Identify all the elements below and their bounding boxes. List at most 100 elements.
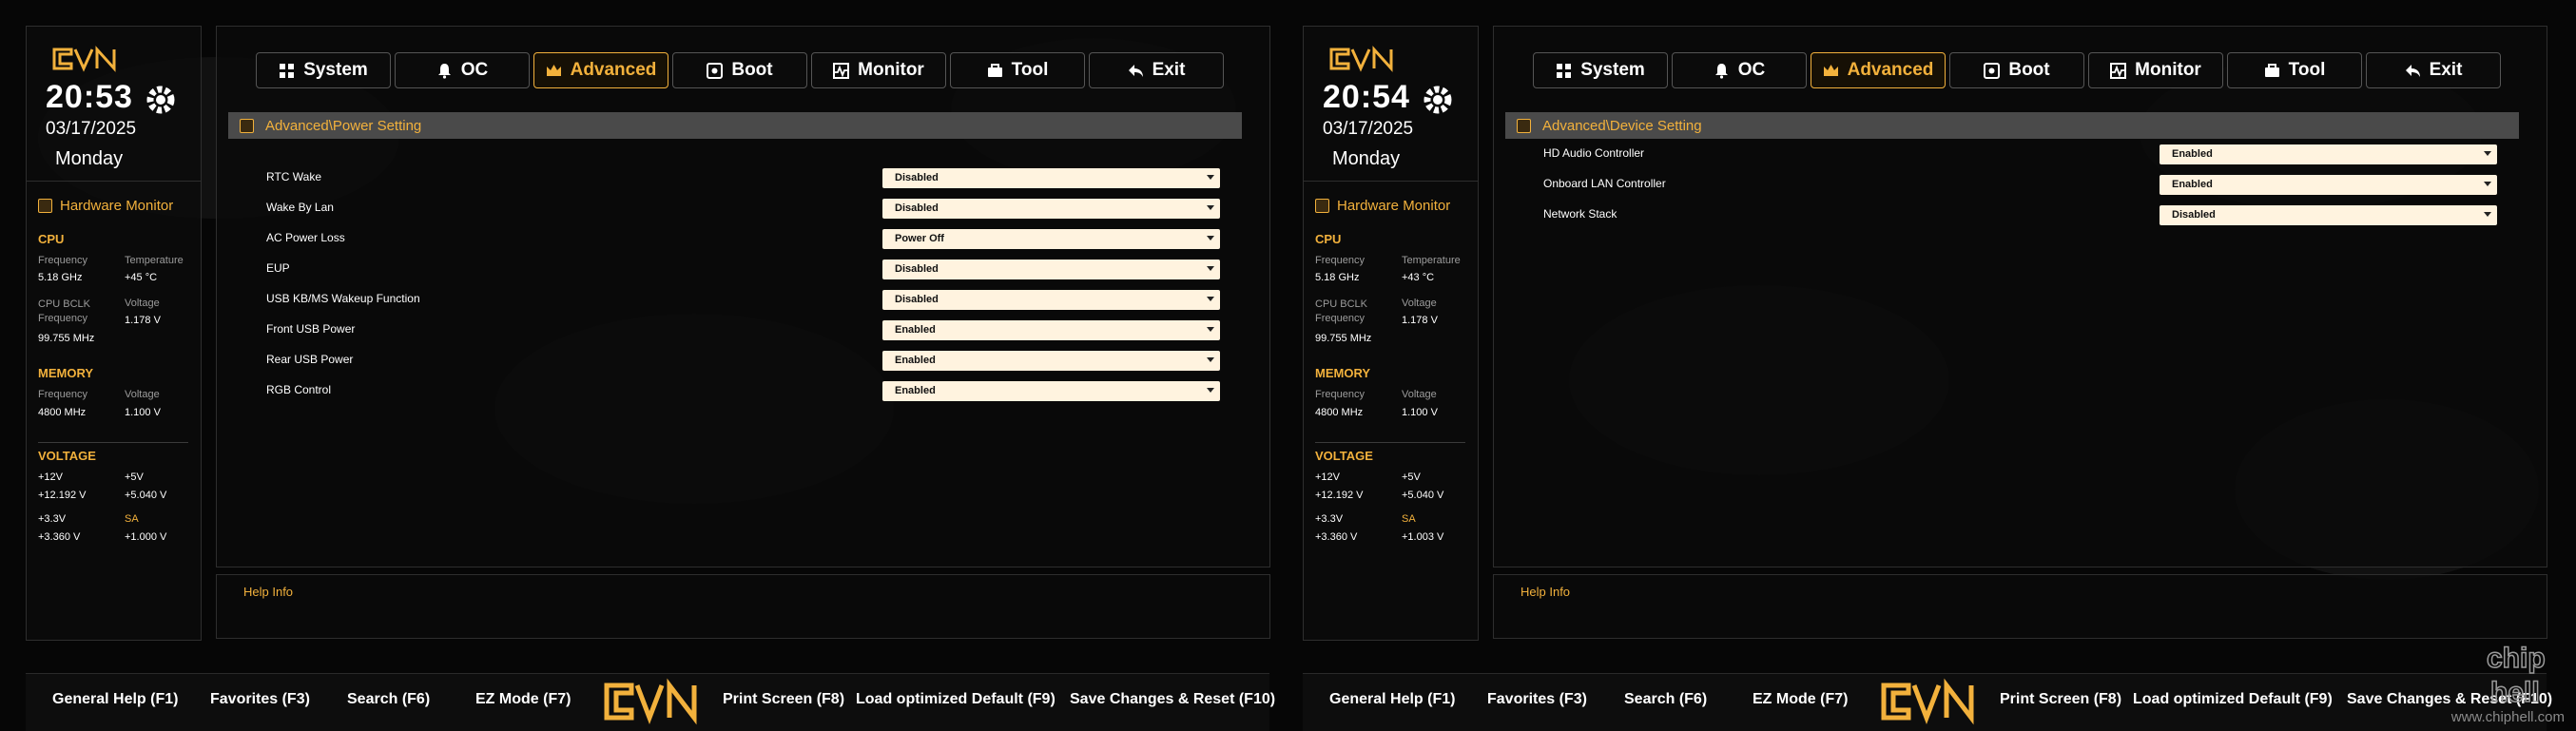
dropdown-onboard-lan[interactable]: Enabled [2160, 175, 2497, 195]
divider [1304, 181, 1478, 182]
tab-advanced[interactable]: Advanced [533, 52, 668, 88]
memory-label: MEMORY [1315, 366, 1371, 380]
memory-label: MEMORY [38, 366, 94, 380]
memory-frequency-value: 4800 MHz [38, 407, 87, 418]
search-button[interactable]: Search (F6) [1624, 691, 1707, 708]
setting-label-hd-audio: HD Audio Controller [1543, 146, 1645, 160]
cpu-frequency-value: 5.18 GHz [1315, 272, 1360, 283]
tab-system[interactable]: System [1533, 52, 1668, 88]
dropdown-arrow-icon [1207, 266, 1214, 271]
pulse-icon [833, 62, 850, 79]
dropdown-network-stack[interactable]: Disabled [2160, 205, 2497, 225]
bios-screen-right: 20:54 03/17/2025 Monday Hardware Monitor… [1277, 0, 2554, 731]
bios-screen-left: 20:53 03/17/2025 Monday Hardware Monitor… [0, 0, 1277, 731]
cpu-voltage-label: Voltage [1402, 298, 1437, 309]
dropdown-arrow-icon [1207, 297, 1214, 301]
setting-label-network-stack: Network Stack [1543, 207, 1617, 221]
back-arrow-icon [1128, 64, 1143, 77]
cpu-voltage-value: 1.178 V [1402, 315, 1438, 326]
setting-label-rear-usb-power: Rear USB Power [266, 353, 354, 366]
tab-tool[interactable]: Tool [950, 52, 1085, 88]
tab-monitor[interactable]: Monitor [2088, 52, 2223, 88]
ez-mode-button[interactable]: EZ Mode (F7) [475, 691, 571, 708]
voltage-label: VOLTAGE [1315, 449, 1373, 463]
dropdown-arrow-icon [2484, 151, 2491, 156]
dropdown-rear-usb-power[interactable]: Enabled [882, 351, 1220, 371]
load-default-button[interactable]: Load optimized Default (F9) [856, 691, 1056, 708]
favorites-button[interactable]: Favorites (F3) [1487, 691, 1587, 708]
cpu-temperature-value: +45 °C [125, 272, 158, 283]
print-screen-button[interactable]: Print Screen (F8) [2000, 691, 2121, 708]
dropdown-front-usb-power[interactable]: Enabled [882, 320, 1220, 340]
v33-value: +3.360 V [1315, 531, 1358, 543]
sa-value: +1.003 V [1402, 531, 1444, 543]
tab-boot[interactable]: Boot [672, 52, 807, 88]
dropdown-arrow-icon [2484, 212, 2491, 217]
cpu-label: CPU [1315, 232, 1342, 246]
gear-icon[interactable] [141, 80, 181, 120]
footer-bar: General Help (F1) Favorites (F3) Search … [1303, 673, 2552, 731]
search-button[interactable]: Search (F6) [347, 691, 430, 708]
dropdown-wake-by-lan[interactable]: Disabled [882, 199, 1220, 219]
cpu-temperature-label: Temperature [1402, 255, 1461, 266]
cpu-temperature-label: Temperature [125, 255, 184, 266]
cvn-logo [52, 46, 116, 72]
general-help-button[interactable]: General Help (F1) [52, 691, 178, 708]
divider [38, 442, 188, 443]
tab-exit[interactable]: Exit [1089, 52, 1224, 88]
setting-label-usb-wakeup: USB KB/MS Wakeup Function [266, 292, 420, 305]
tab-oc[interactable]: OC [1672, 52, 1807, 88]
dropdown-arrow-icon [1207, 205, 1214, 210]
bell-icon [437, 63, 451, 79]
setting-label-front-usb-power: Front USB Power [266, 322, 356, 336]
crown-icon [1823, 64, 1838, 76]
dropdown-usb-wakeup[interactable]: Disabled [882, 290, 1220, 310]
date: 03/17/2025 [1323, 119, 1414, 139]
tab-system[interactable]: System [256, 52, 391, 88]
v12-value: +12.192 V [38, 490, 87, 501]
sa-label: SA [1402, 513, 1416, 525]
svg-text:chip: chip [2487, 643, 2546, 674]
dropdown-arrow-icon [1207, 327, 1214, 332]
memory-frequency-label: Frequency [38, 389, 87, 400]
print-screen-button[interactable]: Print Screen (F8) [723, 691, 844, 708]
section-header: Advanced\Power Setting [228, 112, 1242, 139]
clock-time: 20:54 [1323, 79, 1410, 115]
cvn-logo [604, 678, 697, 725]
favorites-button[interactable]: Favorites (F3) [210, 691, 310, 708]
monitor-icon [38, 199, 52, 213]
sa-label: SA [125, 513, 139, 525]
svg-text:hell: hell [2490, 677, 2540, 708]
help-info-panel: Help Info [1493, 574, 2547, 639]
divider [27, 181, 201, 182]
help-info-title: Help Info [243, 585, 294, 599]
gear-icon[interactable] [1418, 80, 1458, 120]
cpu-voltage-label: Voltage [125, 298, 160, 309]
cvn-logo [1881, 678, 1974, 725]
save-reset-button[interactable]: Save Changes & Reset (F10) [1070, 691, 1275, 708]
pulse-icon [2110, 62, 2127, 79]
tab-boot[interactable]: Boot [1949, 52, 2084, 88]
tab-advanced[interactable]: Advanced [1811, 52, 1946, 88]
tab-monitor[interactable]: Monitor [811, 52, 946, 88]
load-default-button[interactable]: Load optimized Default (F9) [2133, 691, 2333, 708]
dropdown-hd-audio[interactable]: Enabled [2160, 144, 2497, 164]
section-header: Advanced\Device Setting [1505, 112, 2519, 139]
weekday: Monday [55, 148, 124, 169]
tab-tool[interactable]: Tool [2227, 52, 2362, 88]
dropdown-eup[interactable]: Disabled [882, 260, 1220, 279]
help-info-panel: Help Info [216, 574, 1270, 639]
sa-value: +1.000 V [125, 531, 167, 543]
dropdown-rgb-control[interactable]: Enabled [882, 381, 1220, 401]
general-help-button[interactable]: General Help (F1) [1329, 691, 1455, 708]
ez-mode-button[interactable]: EZ Mode (F7) [1753, 691, 1848, 708]
toolbox-icon [2264, 63, 2279, 77]
memory-voltage-value: 1.100 V [1402, 407, 1438, 418]
dropdown-rtc-wake[interactable]: Disabled [882, 168, 1220, 188]
tab-exit[interactable]: Exit [2366, 52, 2501, 88]
cpu-voltage-value: 1.178 V [125, 315, 161, 326]
dropdown-ac-power-loss[interactable]: Power Off [882, 229, 1220, 249]
crown-icon [546, 64, 561, 76]
sidebar: 20:53 03/17/2025 Monday Hardware Monitor… [26, 26, 202, 641]
tab-oc[interactable]: OC [395, 52, 530, 88]
